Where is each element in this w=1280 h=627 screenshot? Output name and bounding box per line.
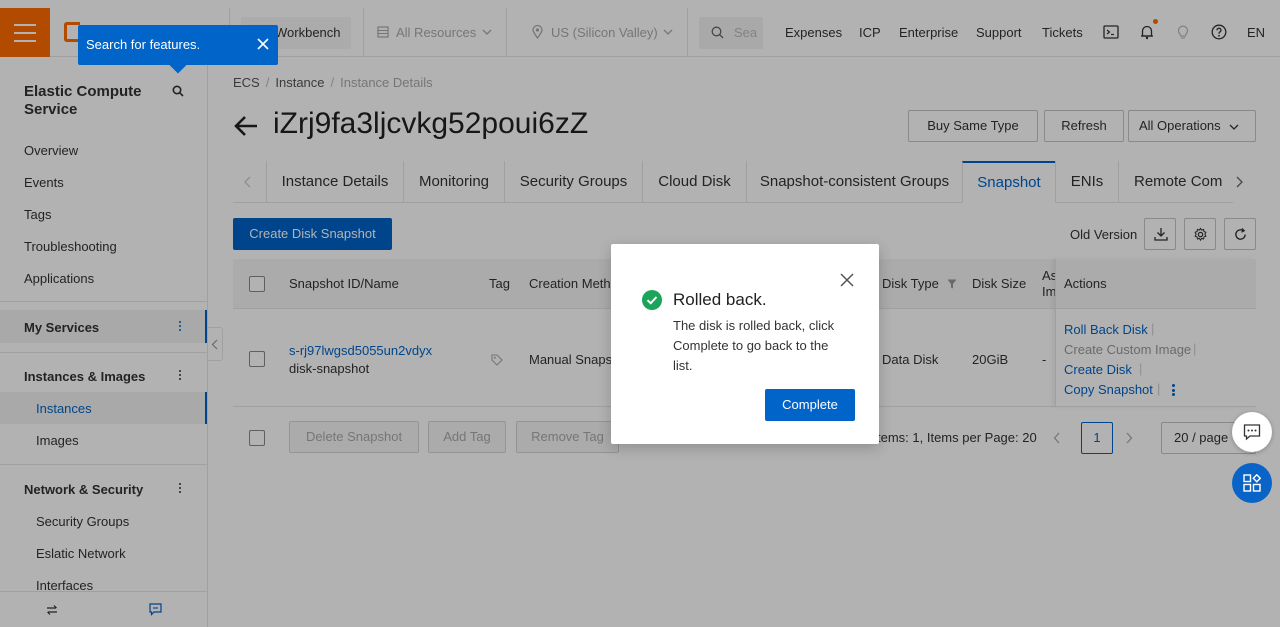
chat-icon bbox=[1243, 424, 1261, 441]
dialog-message: The disk is rolled back, click Complete … bbox=[673, 318, 835, 373]
chat-support-button[interactable] bbox=[1232, 412, 1272, 452]
search-feature-tooltip: Search for features. bbox=[78, 25, 278, 74]
close-icon[interactable] bbox=[256, 37, 270, 51]
tooltip-text: Search for features. bbox=[86, 37, 201, 52]
complete-button[interactable]: Complete bbox=[765, 389, 855, 421]
apps-grid-icon bbox=[1243, 474, 1261, 492]
dialog-title: Rolled back. bbox=[673, 290, 767, 309]
success-check-icon bbox=[642, 290, 662, 310]
apps-launcher-button[interactable] bbox=[1232, 463, 1272, 503]
close-icon[interactable] bbox=[840, 273, 854, 287]
rolled-back-dialog: Rolled back. The disk is rolled back, cl… bbox=[611, 244, 879, 444]
